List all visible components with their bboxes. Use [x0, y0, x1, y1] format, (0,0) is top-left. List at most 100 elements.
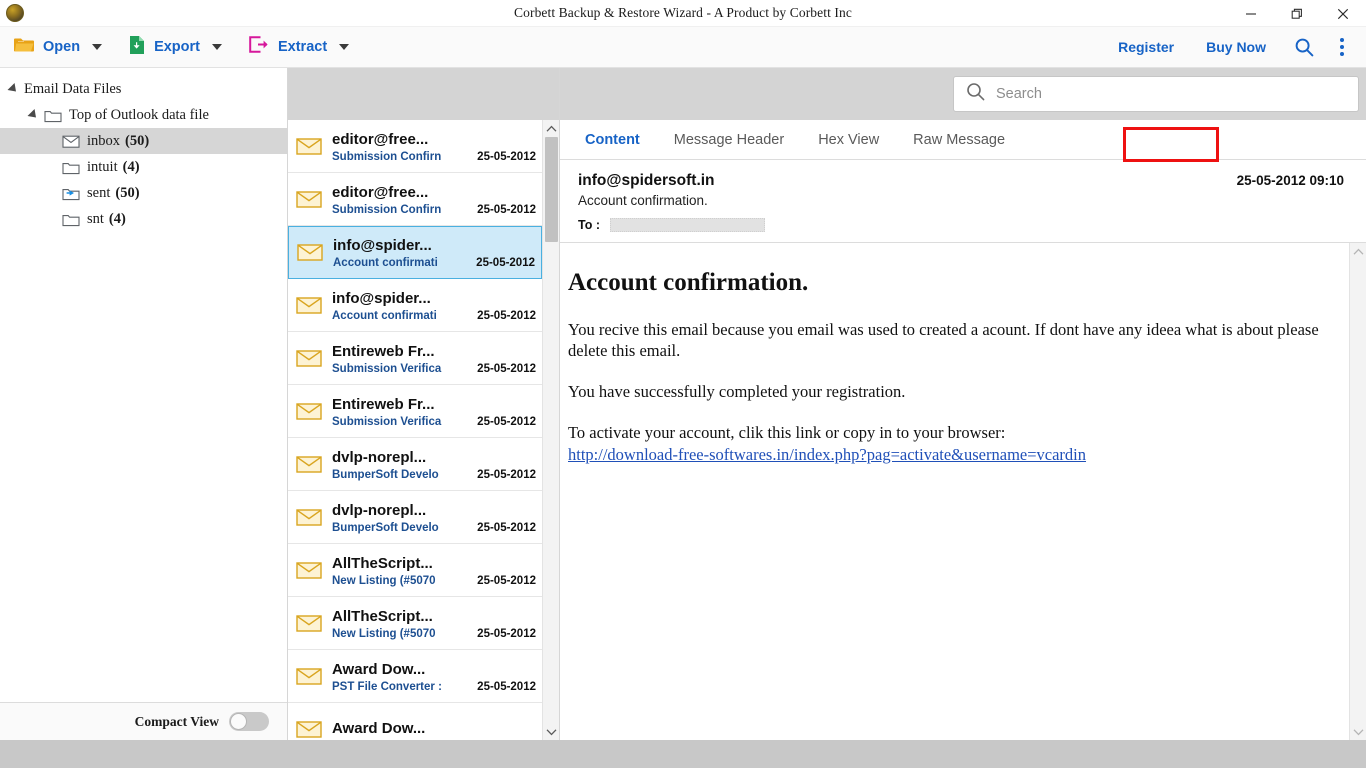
sidebar-item-intuit[interactable]: intuit (4) [0, 154, 287, 180]
extract-button[interactable]: Extract [239, 31, 358, 64]
envelope-icon [296, 296, 322, 315]
export-button[interactable]: Export [119, 31, 231, 64]
mail-item-text: info@spider... Account confirmati 25-05-… [332, 289, 536, 322]
mail-item-text: AllTheScript... New Listing (#5070 25-05… [332, 554, 536, 587]
mail-subject: PST File Converter : [332, 681, 471, 693]
mail-subject: New Listing (#5070 [332, 575, 471, 587]
mail-meta: Submission Verifica 25-05-2012 [332, 363, 536, 375]
chevron-down-icon[interactable] [212, 44, 222, 50]
envelope-icon [296, 349, 322, 368]
chevron-down-icon[interactable] [1350, 723, 1366, 740]
chevron-down-icon[interactable] [339, 44, 349, 50]
export-document-icon [128, 35, 146, 60]
list-item[interactable]: Award Dow... PST File Converter : 25-05-… [288, 650, 542, 703]
viewer-tabs: Content Message Header Hex View Raw Mess… [560, 120, 1366, 160]
mail-subject: New Listing (#5070 [332, 628, 471, 640]
mail-meta: Submission Confirn 25-05-2012 [332, 151, 536, 163]
mail-date: 25-05-2012 [477, 575, 536, 587]
sidebar-item-snt[interactable]: snt (4) [0, 206, 287, 232]
sidebar-item-top-of-outlook-data-file[interactable]: Top of Outlook data file [0, 102, 287, 128]
sidebar-item-label: sent [87, 185, 110, 202]
mail-from: AllTheScript... [332, 555, 433, 572]
mail-subject: Account confirmati [333, 257, 470, 269]
search-input[interactable] [996, 86, 1346, 102]
export-button-label: Export [154, 39, 200, 55]
envelope-icon [297, 243, 323, 262]
mail-from: dvlp-norepl... [332, 502, 426, 519]
compact-view-toggle[interactable] [229, 712, 269, 731]
list-item[interactable]: Award Dow... [288, 703, 542, 740]
folder-icon [62, 212, 80, 227]
minimize-icon[interactable] [1228, 0, 1274, 27]
sidebar-item-label: inbox [87, 133, 120, 150]
scrollbar-track[interactable] [1350, 260, 1366, 723]
sidebar-item-email-data-files[interactable]: Email Data Files [0, 76, 287, 102]
envelope-icon [296, 720, 322, 739]
list-item[interactable]: AllTheScript... New Listing (#5070 25-05… [288, 544, 542, 597]
folder-open-icon [13, 36, 35, 59]
scrollbar-thumb[interactable] [545, 137, 558, 242]
tab-message-header[interactable]: Message Header [657, 120, 801, 159]
activation-link[interactable]: http://download-free-softwares.in/index.… [568, 445, 1086, 464]
tab-raw-message[interactable]: Raw Message [896, 120, 1022, 159]
mail-list-pane: editor@free... Submission Confirn 25-05-… [288, 68, 560, 740]
close-icon[interactable] [1320, 0, 1366, 27]
mail-date: 25-05-2012 [477, 469, 536, 481]
chevron-up-icon[interactable] [543, 120, 560, 137]
mail-list-scrollbar[interactable] [542, 120, 559, 740]
scrollbar-track[interactable] [543, 137, 560, 723]
search-box[interactable] [953, 76, 1359, 112]
mail-list[interactable]: editor@free... Submission Confirn 25-05-… [288, 120, 542, 740]
message-subject: Account confirmation. [578, 193, 1348, 208]
open-button[interactable]: Open [4, 31, 111, 64]
search-icon[interactable] [1282, 31, 1326, 64]
mail-date: 25-05-2012 [477, 310, 536, 322]
more-vertical-icon[interactable] [1326, 38, 1362, 56]
list-item[interactable]: editor@free... Submission Confirn 25-05-… [288, 120, 542, 173]
list-item[interactable]: AllTheScript... New Listing (#5070 25-05… [288, 597, 542, 650]
expand-triangle-icon[interactable] [27, 109, 39, 121]
folder-tree: Email Data Files Top of Outlook data fil… [0, 68, 287, 702]
buy-now-link[interactable]: Buy Now [1190, 31, 1282, 64]
sidebar-item-sent[interactable]: sent (50) [0, 180, 287, 206]
sent-folder-icon [62, 186, 80, 201]
register-link[interactable]: Register [1102, 31, 1190, 64]
list-item[interactable]: Entireweb Fr... Submission Verifica 25-0… [288, 385, 542, 438]
content-paragraph: You recive this email because you email … [568, 319, 1325, 361]
compact-view-bar: Compact View [0, 702, 287, 740]
content-scrollbar[interactable] [1349, 243, 1366, 740]
application-window: Corbett Backup & Restore Wizard - A Prod… [0, 0, 1366, 740]
mail-date: 25-05-2012 [477, 628, 536, 640]
tab-hex-view[interactable]: Hex View [801, 120, 896, 159]
chevron-down-icon[interactable] [543, 723, 560, 740]
content-heading: Account confirmation. [568, 269, 1325, 297]
expand-triangle-icon[interactable] [7, 83, 19, 95]
message-to-label: To : [578, 218, 600, 232]
mail-item-text: editor@free... Submission Confirn 25-05-… [332, 183, 536, 216]
chevron-up-icon[interactable] [1350, 243, 1366, 260]
chevron-down-icon[interactable] [92, 44, 102, 50]
list-item[interactable]: Entireweb Fr... Submission Verifica 25-0… [288, 332, 542, 385]
list-item[interactable]: dvlp-norepl... BumperSoft Develo 25-05-2… [288, 438, 542, 491]
tab-content[interactable]: Content [568, 120, 657, 159]
sidebar-item-label: snt [87, 211, 104, 228]
extract-button-label: Extract [278, 39, 327, 55]
restore-icon[interactable] [1274, 0, 1320, 27]
list-item[interactable]: dvlp-norepl... BumperSoft Develo 25-05-2… [288, 491, 542, 544]
mail-list-wrapper: editor@free... Submission Confirn 25-05-… [288, 120, 559, 740]
mail-item-text: Award Dow... PST File Converter : 25-05-… [332, 660, 536, 693]
folder-icon [62, 160, 80, 175]
message-date: 25-05-2012 09:10 [1237, 173, 1344, 188]
tab-highlight-box [1123, 127, 1219, 162]
open-button-label: Open [43, 39, 80, 55]
list-item-selected[interactable]: info@spider... Account confirmati 25-05-… [288, 226, 542, 279]
mail-meta: New Listing (#5070 25-05-2012 [332, 628, 536, 640]
list-item[interactable]: editor@free... Submission Confirn 25-05-… [288, 173, 542, 226]
list-item[interactable]: info@spider... Account confirmati 25-05-… [288, 279, 542, 332]
sidebar-item-label: Top of Outlook data file [69, 107, 209, 124]
envelope-icon [296, 614, 322, 633]
toggle-knob [230, 713, 247, 730]
sidebar-item-inbox[interactable]: inbox (50) [0, 128, 287, 154]
mail-meta: Submission Confirn 25-05-2012 [332, 204, 536, 216]
main-toolbar: Open Export Extract [0, 27, 1366, 68]
